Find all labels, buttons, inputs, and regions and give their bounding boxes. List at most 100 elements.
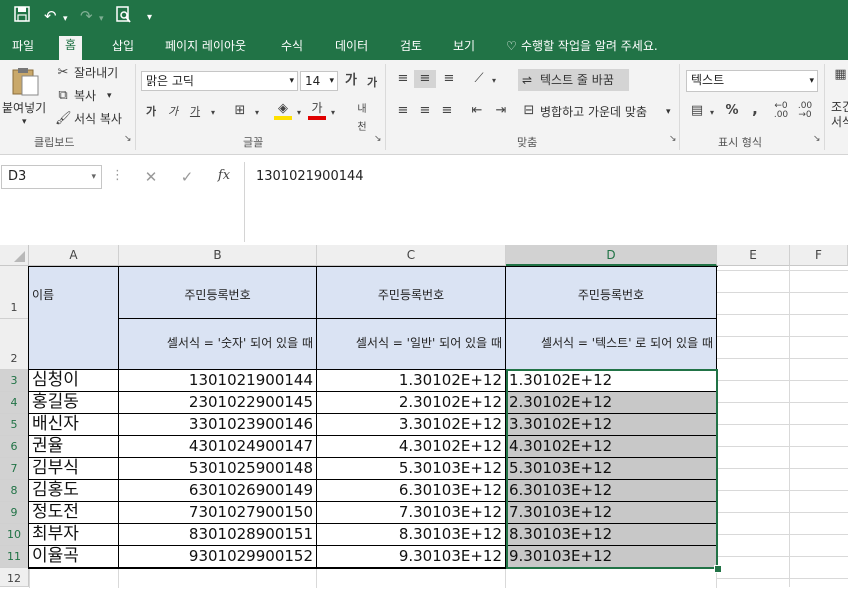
undo-icon[interactable]: ↶ [44,6,57,26]
general-format-cell[interactable]: 6.30103E+12 [317,480,506,502]
increase-indent-icon[interactable]: ⇥ [492,102,510,120]
tab-page-layout[interactable]: 페이지 레이아웃 [165,37,246,56]
merge-center-button[interactable]: 병합하고 가운데 맞춤 [540,104,647,120]
number-format-cell[interactable]: 7301027900150 [119,502,317,524]
decrease-indent-icon[interactable]: ⇤ [468,102,486,120]
text-format-cell[interactable]: 3.30102E+12 [506,414,717,436]
name-cell[interactable]: 정도전 [29,502,119,524]
font-color-dropdown-icon[interactable]: ▾ [328,104,338,122]
text-format-cell[interactable]: 2.30102E+12 [506,392,717,414]
row-header-2[interactable]: 2 [0,319,29,370]
column-header-b[interactable]: B [119,245,317,266]
print-preview-icon[interactable] [116,6,132,29]
decrease-decimal-icon[interactable]: .00 →0 [796,102,814,120]
percent-style-button[interactable]: % [724,102,740,120]
text-format-cell[interactable]: 9.30103E+12 [506,546,717,568]
cell-a1[interactable]: 이름 [29,267,119,319]
general-format-cell[interactable]: 8.30103E+12 [317,524,506,546]
text-format-cell[interactable]: 4.30102E+12 [506,436,717,458]
paste-dropdown-icon[interactable]: ▾ [22,114,27,130]
align-left-icon[interactable]: ≡ [394,102,412,120]
cell-c2[interactable]: 셀서식 = '일반' 되어 있을 때 [317,319,506,370]
wrap-text-button[interactable]: ⇌ 텍스트 줄 바꿈 [518,69,629,91]
tab-insert[interactable]: 삽입 [112,37,134,56]
align-middle-icon[interactable]: ≡ [414,70,436,88]
general-format-cell[interactable]: 1.30102E+12 [317,370,506,392]
comma-style-button[interactable]: , [748,100,762,118]
text-format-cell[interactable]: 1.30102E+12 [506,370,717,392]
name-cell[interactable]: 김홍도 [29,480,119,502]
general-format-cell[interactable]: 2.30102E+12 [317,392,506,414]
copy-dropdown-icon[interactable]: ▾ [107,88,112,104]
number-format-select[interactable]: 텍스트 ▾ [686,70,818,92]
general-format-cell[interactable]: 7.30103E+12 [317,502,506,524]
redo-icon[interactable]: ↷ [80,6,93,26]
name-cell[interactable]: 권율 [29,436,119,458]
shrink-font-icon[interactable]: 가 [365,74,379,92]
orientation-dropdown-icon[interactable]: ▾ [489,72,499,90]
text-orientation-icon[interactable]: ⟋ [470,70,488,88]
column-header-c[interactable]: C [317,245,506,266]
insert-function-button[interactable]: fx [214,167,234,185]
conditional-format-label-2[interactable]: 서식 [831,114,848,130]
border-dropdown-icon[interactable]: ▾ [252,104,262,122]
fill-color-icon[interactable]: ◈ [274,101,292,120]
text-format-cell[interactable]: 5.30103E+12 [506,458,717,480]
text-format-cell[interactable]: 8.30103E+12 [506,524,717,546]
general-format-cell[interactable]: 3.30102E+12 [317,414,506,436]
underline-icon[interactable]: 가 [187,103,203,121]
row-header-6[interactable]: 6 [0,436,29,458]
number-format-cell[interactable]: 2301022900145 [119,392,317,414]
number-format-cell[interactable]: 1301021900144 [119,370,317,392]
number-format-cell[interactable]: 8301028900151 [119,524,317,546]
number-format-cell[interactable]: 9301029900152 [119,546,317,568]
row-header-8[interactable]: 8 [0,480,29,502]
tab-data[interactable]: 데이터 [335,37,368,56]
name-cell[interactable]: 이율곡 [29,546,119,568]
row-header-10[interactable]: 10 [0,524,29,546]
format-painter-button[interactable]: 서식 복사 [74,111,122,127]
number-launcher-icon[interactable]: ↘ [813,134,821,144]
row-header-5[interactable]: 5 [0,414,29,436]
column-header-e[interactable]: E [717,245,790,266]
name-cell[interactable]: 홍길동 [29,392,119,414]
tab-file[interactable]: 파일 [12,37,34,56]
column-header-a[interactable]: A [29,245,119,266]
text-format-cell[interactable]: 7.30103E+12 [506,502,717,524]
align-top-icon[interactable]: ≡ [394,70,412,88]
tab-view[interactable]: 보기 [453,37,475,56]
name-cell[interactable]: 최부자 [29,524,119,546]
cancel-icon[interactable]: ✕ [142,168,160,186]
row-header-12[interactable]: 12 [0,568,29,587]
redo-dropdown-icon[interactable]: ▾ [99,9,104,29]
font-size-select[interactable]: 14 ▾ [300,71,338,91]
column-header-d[interactable]: D [506,245,717,266]
column-header-f[interactable]: F [790,245,848,266]
tab-formulas[interactable]: 수식 [281,37,303,56]
grow-font-icon[interactable]: 가 [343,72,359,90]
row-header-9[interactable]: 9 [0,502,29,524]
copy-button[interactable]: 복사 [74,88,96,104]
border-icon[interactable]: ⊞ [231,102,249,120]
phonetic-icon[interactable]: 내천 [353,101,371,137]
row-header-3[interactable]: 3 [0,370,29,392]
row-header-11[interactable]: 11 [0,546,29,568]
select-all-button[interactable] [0,245,29,266]
general-format-cell[interactable]: 4.30102E+12 [317,436,506,458]
bold-icon[interactable]: 가 [143,103,159,121]
accounting-dropdown-icon[interactable]: ▾ [707,104,717,122]
text-format-cell[interactable]: 6.30103E+12 [506,480,717,502]
align-center-icon[interactable]: ≡ [416,102,434,120]
conditional-format-label-1[interactable]: 조건 [831,99,848,115]
cell-d1[interactable]: 주민등록번호 [506,267,717,319]
clipboard-launcher-icon[interactable]: ↘ [124,134,132,144]
formula-content[interactable]: 1301021900144 [256,169,364,185]
tab-home[interactable]: 홈 [59,36,83,60]
name-cell[interactable]: 배신자 [29,414,119,436]
accounting-format-icon[interactable]: ▤ [688,102,706,120]
fill-color-dropdown-icon[interactable]: ▾ [294,104,304,122]
fill-handle[interactable] [714,565,722,573]
merge-dropdown-icon[interactable]: ▾ [666,104,671,120]
name-cell[interactable]: 심청이 [29,370,119,392]
number-format-cell[interactable]: 3301023900146 [119,414,317,436]
